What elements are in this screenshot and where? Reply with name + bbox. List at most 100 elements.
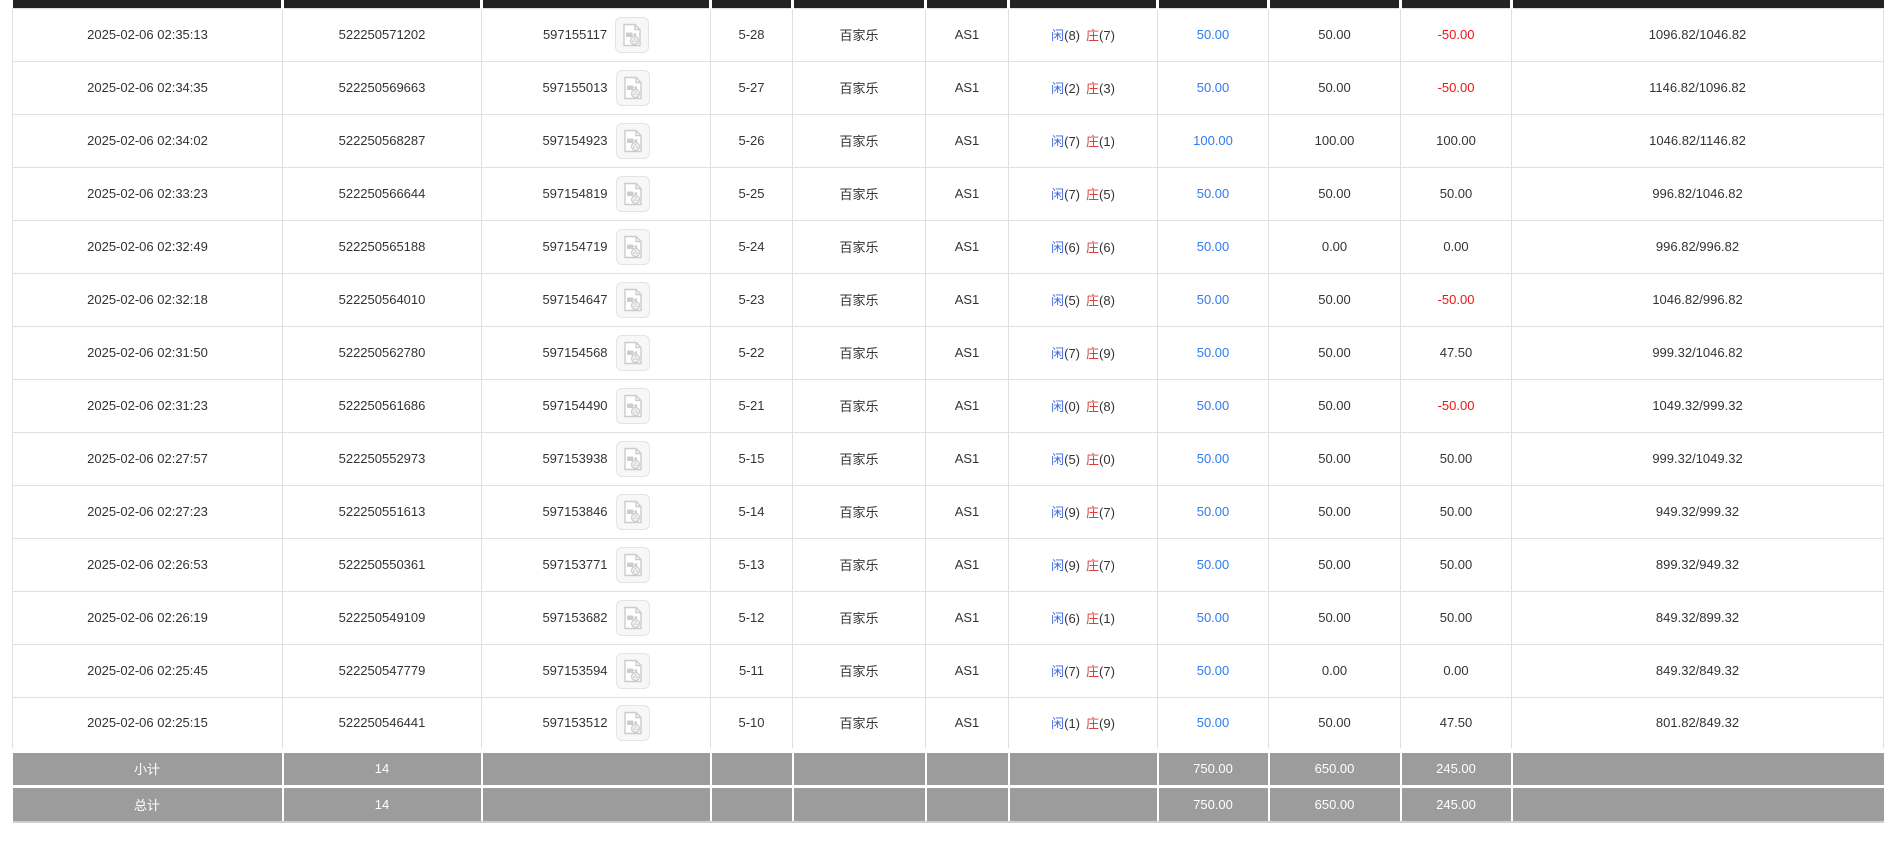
banker-result-label: 庄 [1086, 187, 1099, 202]
bet-amount-link[interactable]: 50.00 [1197, 186, 1230, 201]
video-replay-button[interactable] [616, 335, 650, 371]
player-result-score: (6) [1064, 240, 1080, 255]
banker-result-score: (6) [1099, 240, 1115, 255]
bet-amount-link[interactable]: 50.00 [1197, 80, 1230, 95]
bet-amount-link[interactable]: 50.00 [1197, 504, 1230, 519]
subtotal-bet-cell: 750.00 [1158, 750, 1269, 786]
video-replay-icon [622, 129, 644, 153]
player-result-score: (7) [1064, 346, 1080, 361]
valid-amount-cell: 50.00 [1269, 8, 1401, 61]
balance-cell: 1146.82/1096.82 [1512, 61, 1884, 114]
table-row: 2025-02-06 02:26:53 522250550361 5971537… [13, 538, 1884, 591]
winloss-cell: 0.00 [1401, 220, 1512, 273]
total-count-cell: 14 [283, 786, 482, 822]
valid-amount-cell: 50.00 [1269, 167, 1401, 220]
video-replay-icon [622, 553, 644, 577]
valid-amount-cell: 50.00 [1269, 61, 1401, 114]
game-type-cell: 百家乐 [793, 326, 926, 379]
bet-amount-link[interactable]: 50.00 [1197, 451, 1230, 466]
valid-amount-cell: 50.00 [1269, 591, 1401, 644]
bet-amount-cell: 50.00 [1158, 8, 1269, 61]
header-strip-cell [926, 0, 1009, 8]
bet-amount-link[interactable]: 100.00 [1193, 133, 1233, 148]
shoe-round-cell: 5-10 [711, 697, 793, 750]
bet-time-cell: 2025-02-06 02:34:02 [13, 114, 283, 167]
balance-cell: 996.82/996.82 [1512, 220, 1884, 273]
bet-amount-cell: 50.00 [1158, 591, 1269, 644]
banker-result-score: (8) [1099, 293, 1115, 308]
bet-amount-link[interactable]: 50.00 [1197, 715, 1230, 730]
winloss-cell: 50.00 [1401, 167, 1512, 220]
bet-amount-link[interactable]: 50.00 [1197, 345, 1230, 360]
header-strip-cell [1401, 0, 1512, 8]
subtotal-winloss-cell: 245.00 [1401, 750, 1512, 786]
video-replay-button[interactable] [616, 388, 650, 424]
player-result-label: 闲 [1051, 81, 1064, 96]
subtotal-empty-cell [1512, 750, 1884, 786]
bet-time-cell: 2025-02-06 02:32:49 [13, 220, 283, 273]
table-name-cell: AS1 [926, 485, 1009, 538]
winloss-cell: 50.00 [1401, 538, 1512, 591]
total-empty-cell [711, 786, 793, 822]
banker-result-label: 庄 [1086, 611, 1099, 626]
banker-result-label: 庄 [1086, 505, 1099, 520]
video-replay-button[interactable] [616, 547, 650, 583]
shoe-round-cell: 5-25 [711, 167, 793, 220]
table-name-cell: AS1 [926, 432, 1009, 485]
banker-result-label: 庄 [1086, 664, 1099, 679]
balance-cell: 999.32/1049.32 [1512, 432, 1884, 485]
video-replay-button[interactable] [616, 282, 650, 318]
bet-amount-link[interactable]: 50.00 [1197, 398, 1230, 413]
balance-cell: 1046.82/1146.82 [1512, 114, 1884, 167]
round-id-cell: 597154647 [482, 273, 711, 326]
player-result-score: (5) [1064, 452, 1080, 467]
video-replay-button[interactable] [616, 653, 650, 689]
video-replay-button[interactable] [616, 600, 650, 636]
winloss-cell: 50.00 [1401, 591, 1512, 644]
table-name-cell: AS1 [926, 273, 1009, 326]
bet-amount-link[interactable]: 50.00 [1197, 239, 1230, 254]
bet-amount-link[interactable]: 50.00 [1197, 27, 1230, 42]
table-body: 2025-02-06 02:35:13 522250571202 5971551… [13, 8, 1884, 750]
round-id-cell: 597154490 [482, 379, 711, 432]
result-cell: 闲(6)庄(6) [1009, 220, 1158, 273]
video-replay-button[interactable] [616, 229, 650, 265]
total-bet-cell: 750.00 [1158, 786, 1269, 822]
video-replay-button[interactable] [616, 176, 650, 212]
valid-amount-cell: 50.00 [1269, 538, 1401, 591]
player-result-label: 闲 [1051, 399, 1064, 414]
banker-result-label: 庄 [1086, 293, 1099, 308]
order-number-cell: 522250552973 [283, 432, 482, 485]
game-type-cell: 百家乐 [793, 61, 926, 114]
video-replay-icon [622, 341, 644, 365]
bet-amount-cell: 50.00 [1158, 538, 1269, 591]
table-name-cell: AS1 [926, 644, 1009, 697]
shoe-round-cell: 5-11 [711, 644, 793, 697]
table-name-cell: AS1 [926, 326, 1009, 379]
result-cell: 闲(9)庄(7) [1009, 538, 1158, 591]
table-row: 2025-02-06 02:31:23 522250561686 5971544… [13, 379, 1884, 432]
result-cell: 闲(5)庄(8) [1009, 273, 1158, 326]
player-result-label: 闲 [1051, 240, 1064, 255]
video-replay-button[interactable] [615, 17, 649, 53]
total-label-cell: 总计 [13, 786, 283, 822]
video-replay-icon [622, 235, 644, 259]
bet-time-cell: 2025-02-06 02:33:23 [13, 167, 283, 220]
bet-amount-link[interactable]: 50.00 [1197, 610, 1230, 625]
bet-amount-link[interactable]: 50.00 [1197, 557, 1230, 572]
valid-amount-cell: 50.00 [1269, 326, 1401, 379]
video-replay-button[interactable] [616, 70, 650, 106]
bet-amount-link[interactable]: 50.00 [1197, 292, 1230, 307]
valid-amount-cell: 50.00 [1269, 485, 1401, 538]
video-replay-button[interactable] [616, 705, 650, 741]
bet-amount-cell: 50.00 [1158, 167, 1269, 220]
result-cell: 闲(8)庄(7) [1009, 8, 1158, 61]
bet-amount-link[interactable]: 50.00 [1197, 663, 1230, 678]
player-result-score: (5) [1064, 293, 1080, 308]
order-number-cell: 522250565188 [283, 220, 482, 273]
video-replay-button[interactable] [616, 494, 650, 530]
video-replay-button[interactable] [616, 123, 650, 159]
round-id-cell: 597153938 [482, 432, 711, 485]
round-id-cell: 597153682 [482, 591, 711, 644]
video-replay-button[interactable] [616, 441, 650, 477]
